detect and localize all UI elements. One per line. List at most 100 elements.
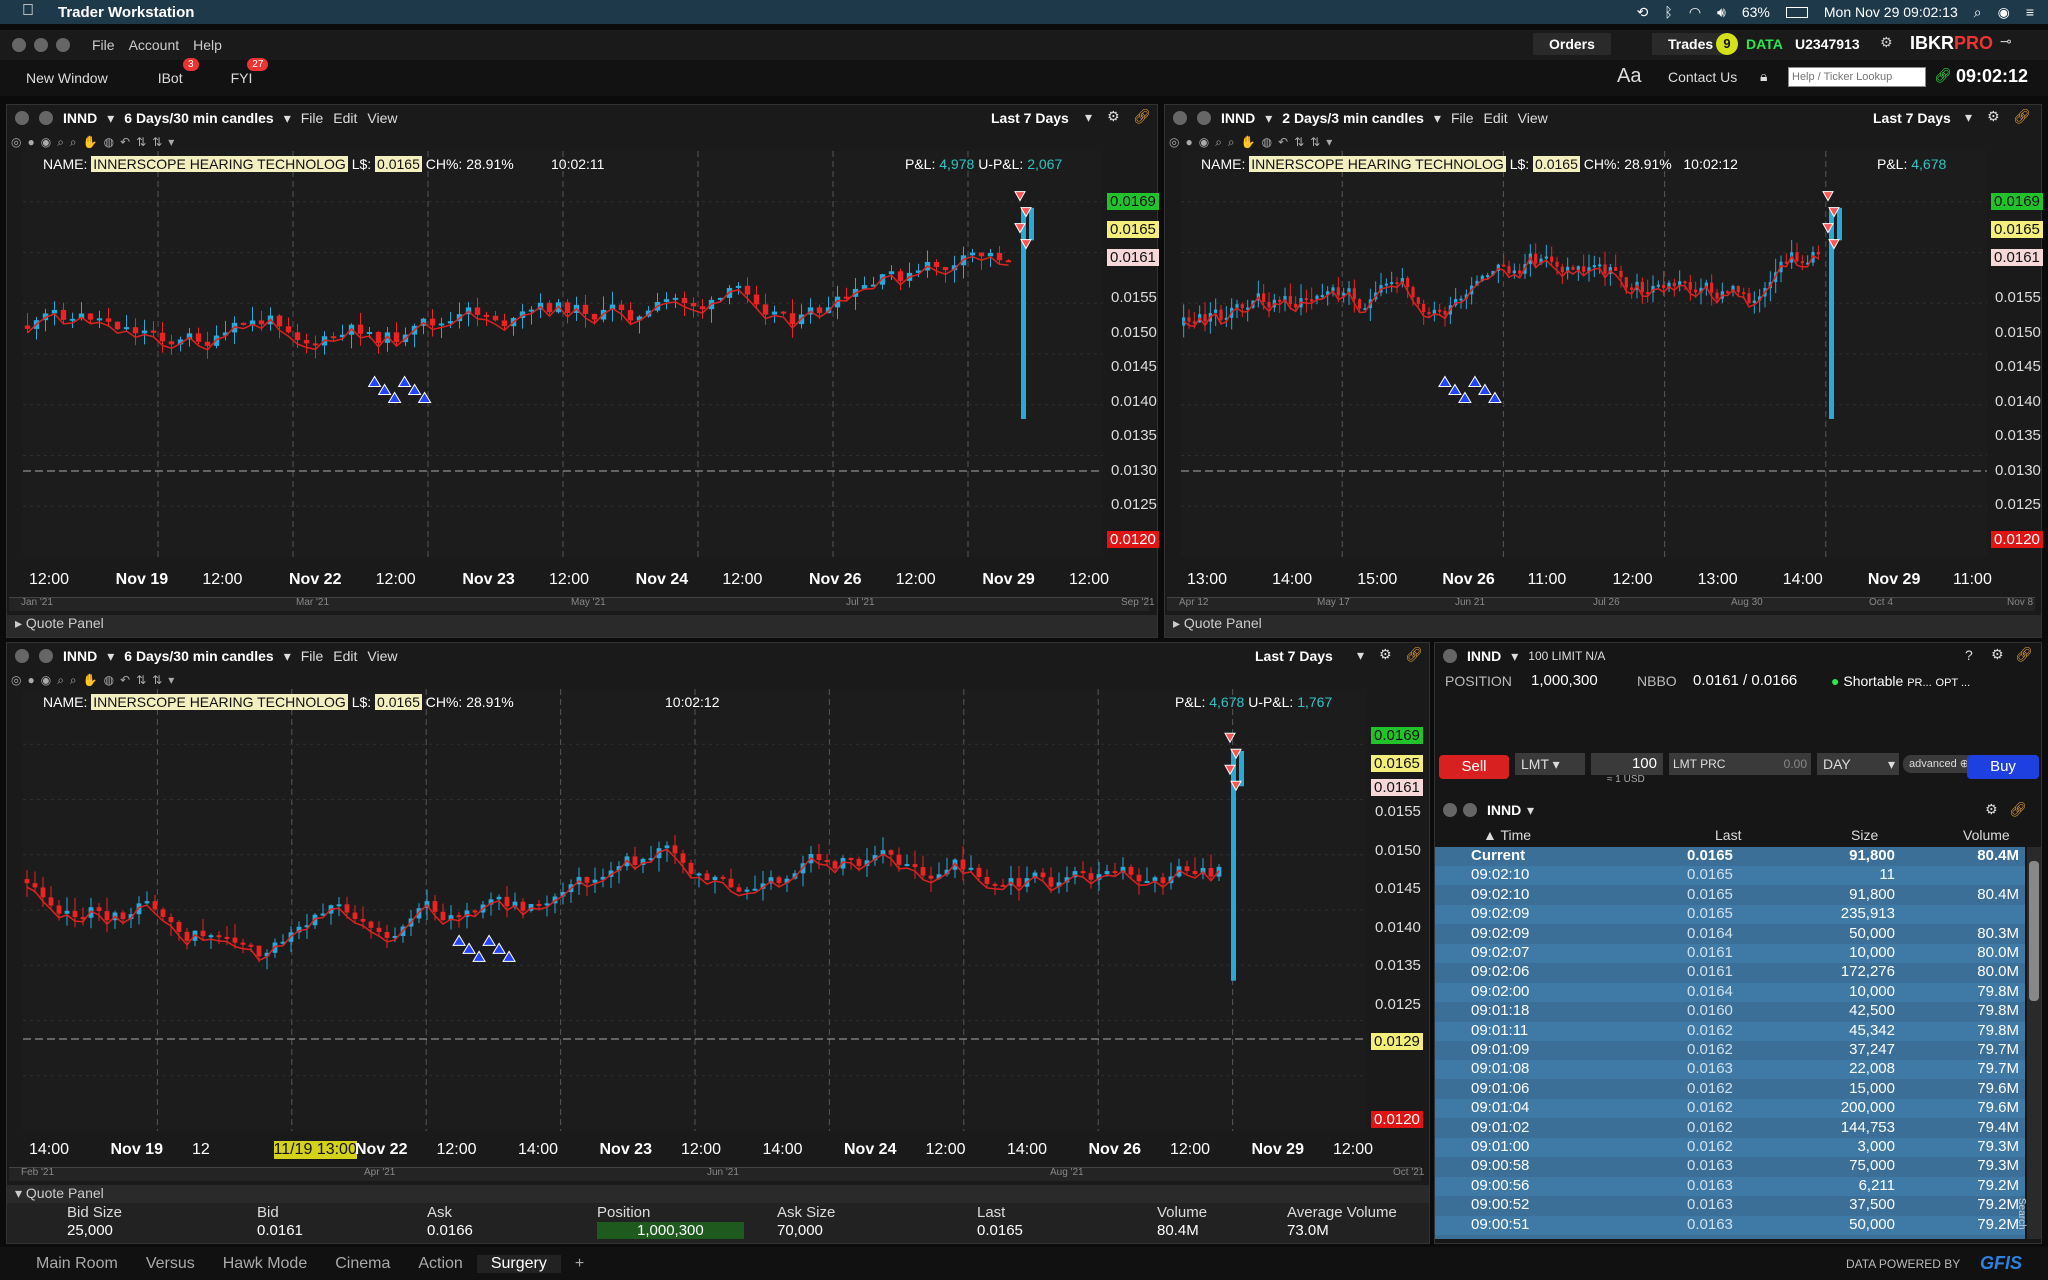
fyi-button[interactable]: FYI 27 [219,58,269,90]
tns-row[interactable]: 09:02:10 0.0165 11 [1435,866,2025,886]
tns-header-volume[interactable]: Volume [1963,827,2010,843]
settings-gear-icon[interactable]: ⚙ [1985,801,1998,818]
spotlight-icon[interactable]: ⌕ [1974,4,1982,21]
chart-2-menu-edit[interactable]: Edit [1484,110,1508,126]
close-panel-icon[interactable] [15,111,29,125]
tns-header-size[interactable]: Size [1851,827,1878,843]
app-name[interactable]: Trader Workstation [58,4,194,21]
battery-icon[interactable] [1785,6,1808,18]
chart-2-drawing-tools[interactable]: ◎●◉⌕⌕✋◍↶⇅⇅▾ [1169,135,1338,150]
link-icon[interactable]: 🔗︎ [1934,67,1952,84]
tns-row[interactable]: 09:02:10 0.0165 91,800 80.4M [1435,886,2025,905]
tns-row[interactable]: 09:01:00 0.0162 3,000 79.3M [1435,1138,2025,1157]
tab-versus[interactable]: Versus [132,1255,209,1273]
add-panel-icon[interactable] [1197,111,1211,125]
limit-price-input[interactable]: LMT PRC 0.00 [1669,753,1811,775]
chart-2-menu-file[interactable]: File [1451,110,1474,126]
menu-help[interactable]: Help [193,37,222,53]
tns-row[interactable]: Current 0.0165 91,800 80.4M [1435,847,2025,866]
volume-icon[interactable]: 🔊︎ [1717,4,1726,21]
chart-3-symbol[interactable]: INND [63,648,97,664]
chart-1-menu-view[interactable]: View [367,110,397,126]
menu-file[interactable]: File [92,37,115,53]
tns-row[interactable]: 09:00:51 0.0163 50,000 79.2M [1435,1215,2025,1235]
chart-3-menu-view[interactable]: View [367,648,397,664]
chart-3-plot-area[interactable] [23,689,1367,1131]
chevron-down-icon[interactable]: ▾ [1357,647,1364,664]
tns-row[interactable]: 09:01:18 0.0160 42,500 79.8M [1435,1002,2025,1021]
help-icon[interactable]: ? [1965,647,1973,663]
close-panel-icon[interactable] [1443,803,1457,817]
tns-symbol[interactable]: INND [1487,802,1521,818]
tns-scroll-thumb[interactable] [2029,861,2039,1001]
chevron-down-icon[interactable]: ▾ [1434,110,1441,127]
control-center-icon[interactable]: ≡ [2026,4,2034,20]
chart-3-range[interactable]: Last 7 Days [1255,648,1333,664]
tns-row[interactable]: 09:02:06 0.0161 172,276 80.0M [1435,963,2025,982]
pin-icon[interactable]: ⊸ [2000,33,2012,50]
add-panel-icon[interactable] [39,649,53,663]
chart-1-menu-edit[interactable]: Edit [333,110,357,126]
chevron-down-icon[interactable]: ▾ [107,648,114,665]
link-icon[interactable]: 🔗︎ [1405,646,1423,663]
tns-row[interactable]: 09:01:06 0.0162 15,000 79.6M [1435,1080,2025,1099]
close-panel-icon[interactable] [15,649,29,663]
tns-row[interactable]: 09:02:09 0.0165 235,913 [1435,905,2025,925]
order-symbol[interactable]: INND [1467,648,1501,664]
chart-1-menu-file[interactable]: File [301,110,324,126]
settings-gear-icon[interactable]: ⚙ [1379,646,1392,663]
link-icon[interactable]: 🔗︎ [2015,646,2033,663]
order-type-select[interactable]: LMT ▾ [1515,753,1585,775]
contact-us-button[interactable]: Contact Us [1668,69,1737,85]
chevron-down-icon[interactable]: ▾ [1085,109,1092,126]
chart-1-plot-area[interactable] [23,151,1103,557]
chevron-down-icon[interactable]: ▾ [1511,648,1518,665]
chevron-down-icon[interactable]: ▾ [1265,110,1272,127]
buy-button[interactable]: Buy [1967,755,2039,779]
add-panel-icon[interactable] [39,111,53,125]
tab-surgery[interactable]: Surgery [476,1254,561,1273]
tns-row[interactable]: 09:02:00 0.0164 10,000 79.8M [1435,982,2025,1002]
chart-2-menu-view[interactable]: View [1518,110,1548,126]
account-id[interactable]: U2347913 [1795,36,1860,52]
tab-action[interactable]: Action [404,1255,476,1273]
chart-1-range[interactable]: Last 7 Days [991,110,1069,126]
ticker-lookup-input[interactable] [1788,67,1926,87]
new-window-button[interactable]: New Window [14,66,120,90]
tif-select[interactable]: DAY ▾ [1817,753,1899,775]
chart-3-menu-edit[interactable]: Edit [333,648,357,664]
minimize-window-icon[interactable] [34,38,48,52]
tns-row[interactable]: 09:01:02 0.0162 144,753 79.4M [1435,1119,2025,1138]
lock-icon[interactable]: 🔒︎ [1760,68,1767,85]
chevron-down-icon[interactable]: ▾ [107,110,114,127]
chevron-down-icon[interactable]: ▾ [1965,109,1972,126]
ibot-button[interactable]: IBot 3 [146,58,199,90]
close-window-icon[interactable] [12,38,26,52]
wifi-icon[interactable]: ◠ [1689,4,1701,21]
tns-scrollbar[interactable]: Search [2016,847,2041,1239]
tns-row[interactable]: 09:01:11 0.0162 45,342 79.8M [1435,1021,2025,1041]
chart-1-timeframe[interactable]: 6 Days/30 min candles [124,110,273,126]
tns-row[interactable]: 09:00:56 0.0163 6,211 79.2M [1435,1176,2025,1196]
add-panel-icon[interactable] [1463,803,1477,817]
link-icon[interactable]: 🔗︎ [2009,801,2027,818]
settings-gear-icon[interactable]: ⚙ [1880,34,1893,51]
chevron-down-icon[interactable]: ▾ [1527,802,1534,819]
tns-header-last[interactable]: Last [1715,827,1741,843]
chart-1-drawing-tools[interactable]: ◎●◉⌕⌕✋◍↶⇅⇅▾ [11,135,180,150]
close-panel-icon[interactable] [1443,649,1457,663]
battery-percent[interactable]: 63% [1742,4,1770,20]
link-icon[interactable]: 🔗︎ [2013,108,2031,125]
chevron-down-icon[interactable]: ▾ [284,648,291,665]
tns-row[interactable]: 09:01:04 0.0162 200,000 79.6M [1435,1099,2025,1119]
chart-2-quote-panel[interactable]: ▸ Quote Panel [1165,615,2041,637]
maximize-window-icon[interactable] [56,38,70,52]
orders-button[interactable]: Orders [1533,33,1611,55]
sell-button[interactable]: Sell [1439,755,1509,779]
chart-2-plot-area[interactable] [1181,151,1987,557]
tns-header-time[interactable]: ▲ Time [1483,827,1531,843]
datetime[interactable]: Mon Nov 29 09:02:13 [1824,4,1958,20]
chart-3-drawing-tools[interactable]: ◎●◉⌕⌕✋◍↶⇅⇅▾ [11,673,180,688]
quantity-input[interactable]: 100 [1591,753,1663,775]
chart-2-timeframe[interactable]: 2 Days/3 min candles [1282,110,1424,126]
